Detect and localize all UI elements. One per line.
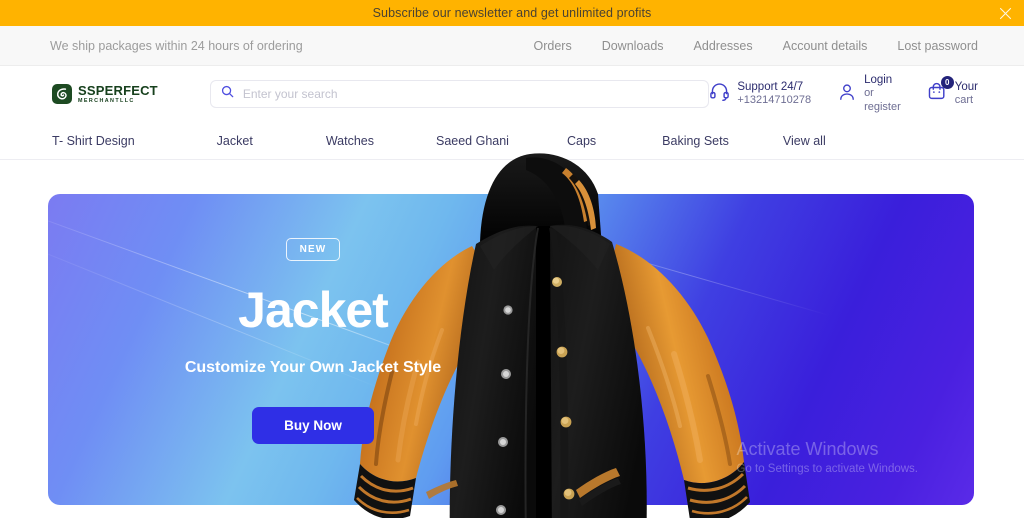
register-link[interactable]: or register: [864, 87, 901, 115]
utility-links: Orders Downloads Addresses Account detai…: [534, 39, 979, 53]
nav-item-jacket[interactable]: Jacket: [217, 134, 253, 148]
cart-title: Your: [954, 80, 978, 93]
support-phone: +13214710278: [737, 94, 812, 107]
utility-link-lost-password[interactable]: Lost password: [897, 39, 978, 53]
hero-banner: NEW Jacket Customize Your Own Jacket Sty…: [48, 194, 974, 505]
nav-item-caps[interactable]: Caps: [567, 134, 596, 148]
nav-item-t-shirt-design[interactable]: T- Shirt Design: [52, 134, 135, 148]
login-title: Login: [864, 74, 893, 87]
hero-subtitle: Customize Your Own Jacket Style: [184, 359, 442, 376]
nav-item-saeed-ghani[interactable]: Saeed Ghani: [436, 134, 509, 148]
support-action[interactable]: Support 24/7 +13214710278: [709, 80, 811, 108]
search-bar[interactable]: [209, 80, 710, 108]
utility-link-orders[interactable]: Orders: [534, 39, 572, 53]
close-icon[interactable]: [996, 4, 1014, 22]
cart-subtitle: cart: [954, 94, 974, 107]
login-action[interactable]: Login or register: [837, 73, 901, 115]
primary-nav: T- Shirt Design Jacket Watches Saeed Gha…: [0, 122, 1024, 160]
shipping-note: We ship packages within 24 hours of orde…: [50, 38, 303, 53]
search-icon: [221, 85, 234, 103]
watermark-subtitle: Go to Settings to activate Windows.: [736, 463, 918, 475]
utility-link-addresses[interactable]: Addresses: [694, 39, 753, 53]
nav-item-watches[interactable]: Watches: [326, 134, 374, 148]
windows-activation-watermark: Activate Windows Go to Settings to activ…: [736, 438, 918, 476]
promo-message: Subscribe our newsletter and get unlimit…: [372, 6, 652, 20]
cart-count-badge: 0: [940, 76, 954, 89]
logo-tagline: MERCHANTLLC: [78, 97, 135, 104]
utility-link-account-details[interactable]: Account details: [783, 39, 868, 53]
support-title: Support 24/7: [737, 80, 804, 93]
buy-now-button[interactable]: Buy Now: [252, 406, 374, 444]
header-actions: Support 24/7 +13214710278 Login or regis…: [709, 73, 978, 115]
hero-section: NEW Jacket Customize Your Own Jacket Sty…: [0, 153, 1024, 518]
cart-action[interactable]: 0 Your cart: [927, 76, 978, 108]
search-input[interactable]: [242, 87, 699, 101]
new-badge: NEW: [285, 238, 341, 261]
headset-icon: [709, 81, 730, 107]
utility-bar: We ship packages within 24 hours of orde…: [0, 26, 1024, 66]
decorative-streak-3: [473, 212, 831, 316]
watermark-title: Activate Windows: [736, 438, 879, 459]
hero-copy: NEW Jacket Customize Your Own Jacket Sty…: [184, 238, 442, 444]
nav-item-baking-sets[interactable]: Baking Sets: [662, 134, 729, 148]
hero-title: Jacket: [238, 282, 389, 338]
utility-link-downloads[interactable]: Downloads: [602, 39, 664, 53]
nav-item-view-all[interactable]: View all: [783, 134, 826, 148]
user-icon: [837, 82, 857, 107]
site-header: SSPERFECT MERCHANTLLC Support 2: [0, 66, 1024, 122]
promo-banner: Subscribe our newsletter and get unlimit…: [0, 0, 1024, 26]
site-logo[interactable]: SSPERFECT MERCHANTLLC: [52, 84, 158, 104]
cart-icon: 0: [927, 76, 954, 107]
logo-name: SSPERFECT: [78, 82, 158, 98]
leaf-logo-icon: [52, 84, 72, 104]
